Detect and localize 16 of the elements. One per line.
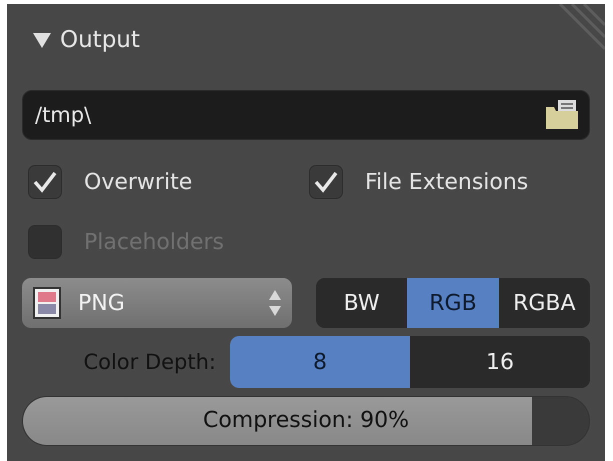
compression-slider[interactable]: Compression: 90% [22, 396, 590, 446]
format-dropdown[interactable]: PNG [22, 278, 292, 328]
color-mode-button[interactable]: RGB [407, 278, 499, 328]
checkmark-icon [313, 170, 339, 194]
color-depth-button[interactable]: 16 [410, 336, 590, 388]
checkbox-option[interactable]: File Extensions [309, 160, 590, 204]
image-file-icon [32, 286, 62, 320]
panel-title: Output [60, 27, 140, 53]
checkbox-option[interactable]: Overwrite [28, 160, 309, 204]
disclosure-triangle-icon[interactable] [32, 31, 52, 49]
folder-icon[interactable] [544, 99, 580, 131]
color-depth-button[interactable]: 8 [230, 336, 410, 388]
checkmark-icon [32, 170, 58, 194]
up-down-arrows-icon [268, 288, 282, 318]
panel-header[interactable]: Output [32, 18, 590, 62]
path-field[interactable]: /tmp\ [22, 90, 590, 140]
